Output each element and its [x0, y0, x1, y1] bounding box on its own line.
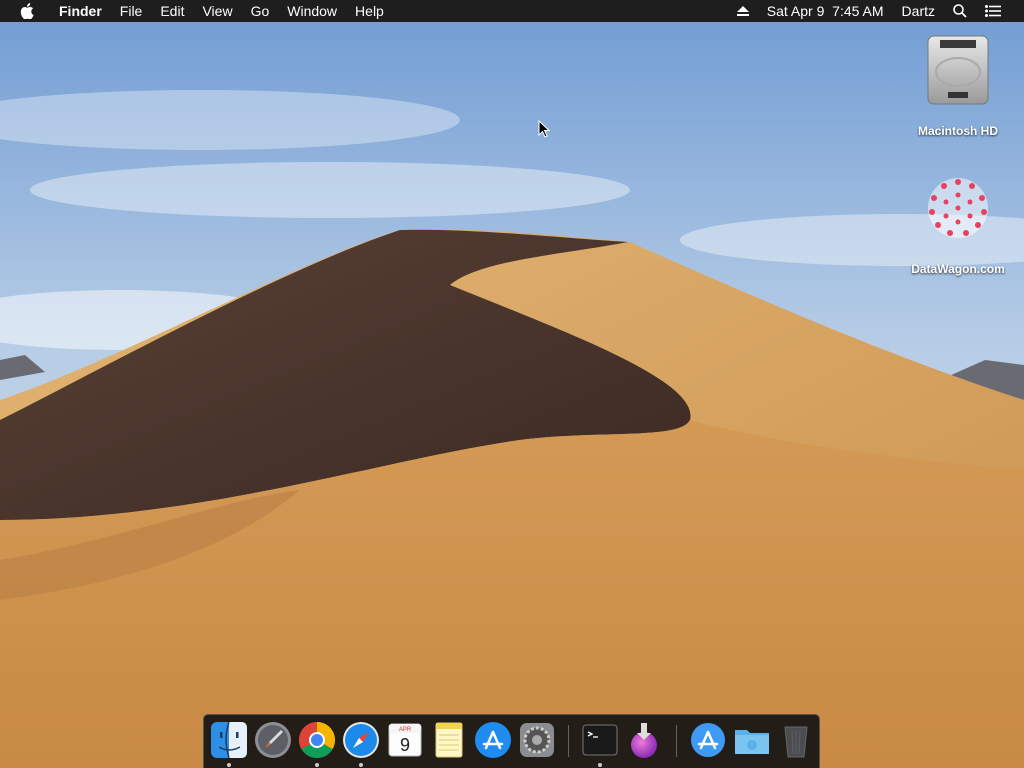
- downloads-folder-icon: [735, 730, 769, 754]
- finder-icon: [211, 721, 247, 759]
- chrome-icon: [298, 722, 336, 759]
- datawagon-icon: [928, 178, 988, 238]
- dock-item-calendar[interactable]: APR 9: [385, 720, 425, 760]
- dock-separator: [568, 725, 569, 757]
- eject-icon[interactable]: [728, 6, 758, 16]
- menubar-user[interactable]: Dartz: [893, 0, 944, 22]
- dock: APR 9: [203, 714, 820, 768]
- launchpad-icon: [255, 722, 291, 758]
- dock-item-finder[interactable]: [209, 720, 249, 767]
- installer-icon: [631, 723, 657, 758]
- safari-icon: [343, 722, 379, 758]
- spotlight-search-icon[interactable]: [944, 4, 976, 18]
- calendar-icon: APR 9: [388, 723, 422, 757]
- calendar-day: 9: [400, 735, 410, 755]
- menu-go[interactable]: Go: [242, 0, 279, 22]
- dock-separator: [676, 725, 677, 757]
- trash-icon: [784, 726, 808, 758]
- dock-item-notes[interactable]: [429, 720, 469, 760]
- dock-item-safari[interactable]: [341, 720, 381, 767]
- notes-icon: [435, 722, 463, 758]
- running-indicator: [359, 763, 363, 767]
- mouse-cursor-icon: [538, 120, 550, 138]
- dock-item-applications-folder[interactable]: [688, 720, 728, 760]
- dock-item-installer[interactable]: [624, 720, 664, 760]
- hard-drive-icon: [927, 35, 989, 105]
- desktop-icon-label: DataWagon.com: [911, 262, 1005, 276]
- menu-file[interactable]: File: [111, 0, 152, 22]
- dock-item-trash[interactable]: [776, 720, 816, 760]
- dock-item-downloads-folder[interactable]: [732, 720, 772, 760]
- dock-item-launchpad[interactable]: [253, 720, 293, 760]
- running-indicator: [315, 763, 319, 767]
- app-store-icon: [475, 722, 511, 758]
- menu-window[interactable]: Window: [278, 0, 346, 22]
- dock-item-chrome[interactable]: [297, 720, 337, 767]
- desktop-icon-label: Macintosh HD: [917, 124, 998, 138]
- system-preferences-icon: [520, 723, 554, 757]
- menu-app-finder[interactable]: Finder: [50, 0, 111, 22]
- dock-item-terminal[interactable]: [580, 720, 620, 767]
- notification-center-icon[interactable]: [976, 5, 1010, 17]
- desktop-wallpaper: [0, 0, 1024, 768]
- desktop-icon-macintosh-hd[interactable]: Macintosh HD: [903, 32, 1013, 138]
- running-indicator: [227, 763, 231, 767]
- dock-item-app-store[interactable]: [473, 720, 513, 760]
- apple-menu-icon[interactable]: [20, 2, 36, 20]
- applications-folder-icon: [691, 723, 725, 757]
- desktop-icon-datawagon[interactable]: DataWagon.com: [903, 170, 1013, 276]
- terminal-icon: [582, 724, 618, 756]
- menu-view[interactable]: View: [193, 0, 241, 22]
- menu-bar: Finder File Edit View Go Window Help Sat…: [0, 0, 1024, 22]
- dock-item-system-preferences[interactable]: [517, 720, 557, 760]
- menubar-clock[interactable]: Sat Apr 9 7:45 AM: [758, 0, 893, 22]
- menu-edit[interactable]: Edit: [151, 0, 193, 22]
- running-indicator: [598, 763, 602, 767]
- menu-help[interactable]: Help: [346, 0, 393, 22]
- calendar-month: APR: [399, 727, 412, 733]
